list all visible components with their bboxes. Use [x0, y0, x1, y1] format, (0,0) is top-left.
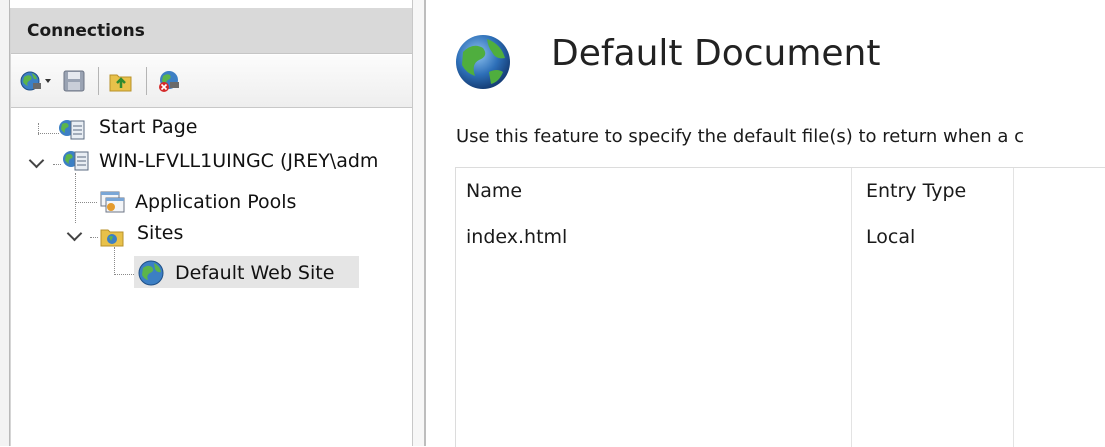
disconnect-button[interactable] — [156, 68, 186, 94]
tree-item-server[interactable]: WIN-LFVLL1UINGC (JREY\adm — [61, 146, 413, 176]
tree-guide — [75, 202, 97, 203]
table-row[interactable]: index.html Local — [456, 222, 1105, 252]
globe-icon — [456, 35, 510, 89]
globe-icon — [138, 260, 164, 286]
connections-header: Connections — [11, 8, 413, 54]
tree-guide — [114, 274, 134, 275]
up-folder-button[interactable] — [107, 68, 135, 94]
tree-guide — [38, 133, 59, 134]
connect-icon — [20, 71, 51, 91]
pane-splitter[interactable] — [413, 0, 424, 446]
page-title: Default Document — [551, 33, 881, 74]
column-divider[interactable] — [1013, 168, 1014, 447]
save-button[interactable] — [61, 68, 87, 94]
tree-item-label: Default Web Site — [175, 262, 335, 284]
tree-item-application-pools[interactable]: Application Pools — [97, 187, 357, 217]
connections-tree: Start Page WIN-LFVLL1UINGC (JREY\adm App… — [11, 109, 413, 446]
tree-item-start-page[interactable]: Start Page — [57, 115, 257, 145]
expand-chevron-icon[interactable] — [28, 152, 45, 169]
connections-pane: Connections Start Page WIN-LFVLL1UINGC (… — [10, 8, 413, 446]
cell-entry-type: Local — [866, 226, 916, 248]
toolbar-separator — [98, 67, 99, 95]
up-folder-icon — [109, 74, 132, 92]
connect-button[interactable] — [19, 68, 55, 94]
tree-item-sites[interactable]: Sites — [99, 222, 299, 252]
default-document-list: Name Entry Type index.html Local — [455, 167, 1105, 447]
server-icon — [63, 151, 89, 171]
expand-chevron-icon[interactable] — [66, 225, 83, 242]
column-header-entry-type[interactable]: Entry Type — [866, 180, 966, 202]
save-icon — [63, 70, 85, 92]
pane-splitter[interactable] — [424, 0, 426, 446]
column-divider[interactable] — [851, 168, 852, 447]
tree-item-label: Sites — [137, 222, 184, 244]
cell-name: index.html — [466, 226, 568, 248]
tree-item-default-web-site[interactable]: Default Web Site — [137, 258, 357, 288]
tree-guide — [53, 164, 61, 165]
sites-folder-icon — [100, 229, 124, 247]
tree-item-label: Application Pools — [135, 191, 297, 213]
window-left-edge — [0, 0, 10, 446]
tree-item-label: WIN-LFVLL1UINGC (JREY\adm — [99, 150, 379, 172]
feature-description: Use this feature to specify the default … — [456, 126, 1024, 147]
tree-guide — [75, 173, 76, 223]
connections-toolbar — [11, 55, 413, 108]
tree-item-label: Start Page — [99, 116, 198, 138]
application-pools-icon — [100, 191, 125, 213]
toolbar-separator — [146, 67, 147, 95]
column-header-name[interactable]: Name — [466, 180, 522, 202]
tree-guide — [90, 237, 98, 238]
disconnect-icon — [159, 71, 179, 92]
start-page-icon — [59, 120, 85, 140]
